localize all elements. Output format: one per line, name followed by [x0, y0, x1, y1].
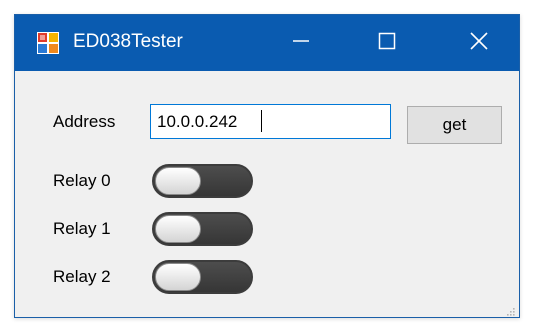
app-window: ED038Tester Address get Relay 0 Relay 1 … — [14, 14, 520, 318]
address-label: Address — [53, 112, 116, 131]
maximize-button[interactable] — [355, 15, 419, 71]
relay-0-label: Relay 0 — [53, 171, 111, 190]
minimize-icon — [292, 32, 310, 55]
window-title: ED038Tester — [73, 31, 183, 52]
close-icon — [469, 31, 489, 56]
relay-2-toggle[interactable] — [152, 260, 253, 294]
address-input[interactable] — [150, 104, 391, 139]
relay-1-toggle[interactable] — [152, 212, 253, 246]
resize-grip-icon[interactable] — [505, 303, 515, 316]
relay-2-label: Relay 2 — [53, 267, 111, 286]
toggle-knob — [155, 167, 201, 195]
get-button[interactable]: get — [407, 106, 502, 144]
toggle-knob — [155, 215, 201, 243]
text-caret — [261, 110, 262, 132]
relay-0-toggle[interactable] — [152, 164, 253, 198]
close-button[interactable] — [447, 15, 511, 71]
minimize-button[interactable] — [269, 15, 333, 71]
maximize-icon — [378, 32, 396, 55]
title-bar[interactable]: ED038Tester — [15, 15, 519, 71]
toggle-knob — [155, 263, 201, 291]
relay-1-label: Relay 1 — [53, 219, 111, 238]
app-icon — [37, 32, 59, 54]
